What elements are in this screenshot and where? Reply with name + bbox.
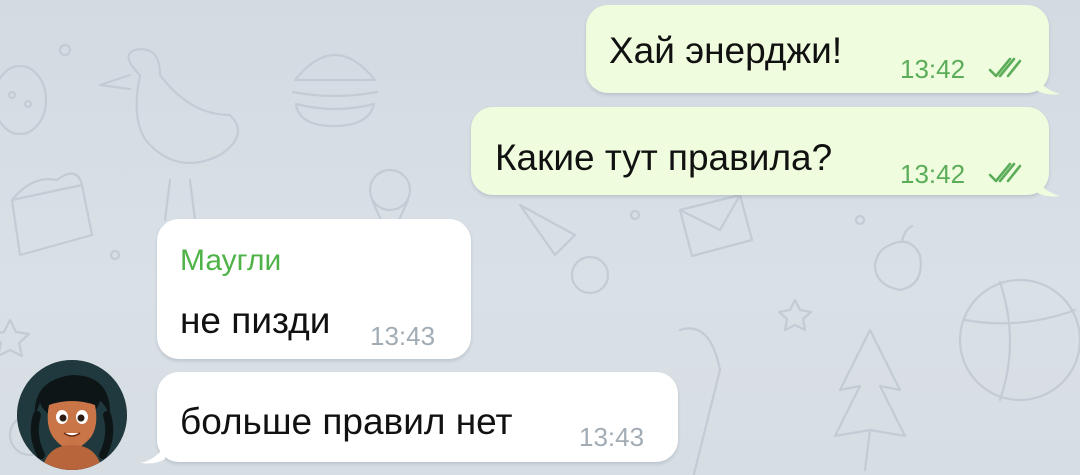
incoming-message-bubble[interactable]: больше правил нет 13:43 (157, 372, 678, 462)
bubble-tail (141, 444, 165, 464)
message-text: не пизди (180, 300, 331, 341)
message-text: Хай энерджи! (609, 30, 843, 71)
message-time: 13:42 (900, 54, 966, 84)
user-avatar-icon[interactable] (17, 360, 127, 470)
outgoing-message-bubble[interactable]: Хай энерджи! 13:42 (586, 5, 1049, 93)
outgoing-message-bubble[interactable]: Какие тут правила? 13:42 (471, 107, 1049, 195)
incoming-message-bubble[interactable]: Маугли не пизди 13:43 (157, 219, 471, 359)
double-check-icon (988, 162, 1022, 183)
message-text: больше правил нет (180, 401, 513, 442)
message-time: 13:43 (579, 422, 645, 452)
message-time: 13:43 (370, 321, 436, 351)
bubble-tail (1036, 177, 1060, 197)
sender-name[interactable]: Маугли (180, 246, 281, 276)
bubble-tail (1036, 75, 1060, 95)
message-text: Какие тут правила? (495, 137, 833, 178)
double-check-icon (988, 57, 1022, 78)
message-time: 13:42 (900, 159, 966, 189)
